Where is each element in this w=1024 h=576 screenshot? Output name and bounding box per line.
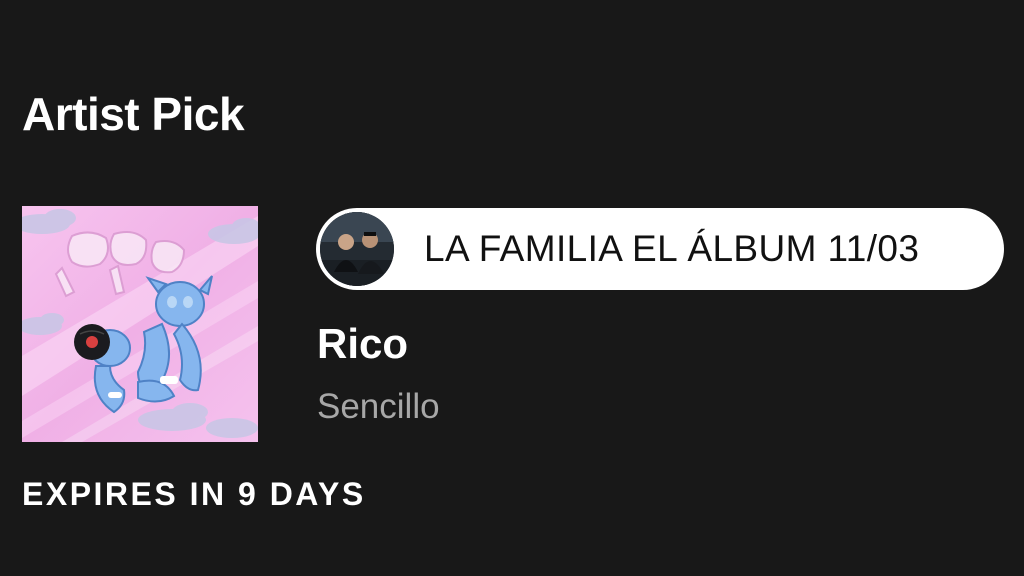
release-title[interactable]: Rico: [317, 318, 408, 370]
album-cover[interactable]: [22, 206, 258, 442]
section-title: Artist Pick: [22, 88, 245, 140]
artist-pick-comment[interactable]: LA FAMILIA EL ÁLBUM 11/03: [316, 208, 1004, 290]
release-type: Sencillo: [317, 387, 440, 426]
expires-label: EXPIRES IN 9 DAYS: [22, 476, 366, 512]
artist-pick-comment-text: LA FAMILIA EL ÁLBUM 11/03: [424, 228, 920, 269]
album-cover-art: [22, 206, 258, 442]
artist-avatar: [320, 212, 394, 286]
artist-avatar-icon: [320, 212, 394, 286]
